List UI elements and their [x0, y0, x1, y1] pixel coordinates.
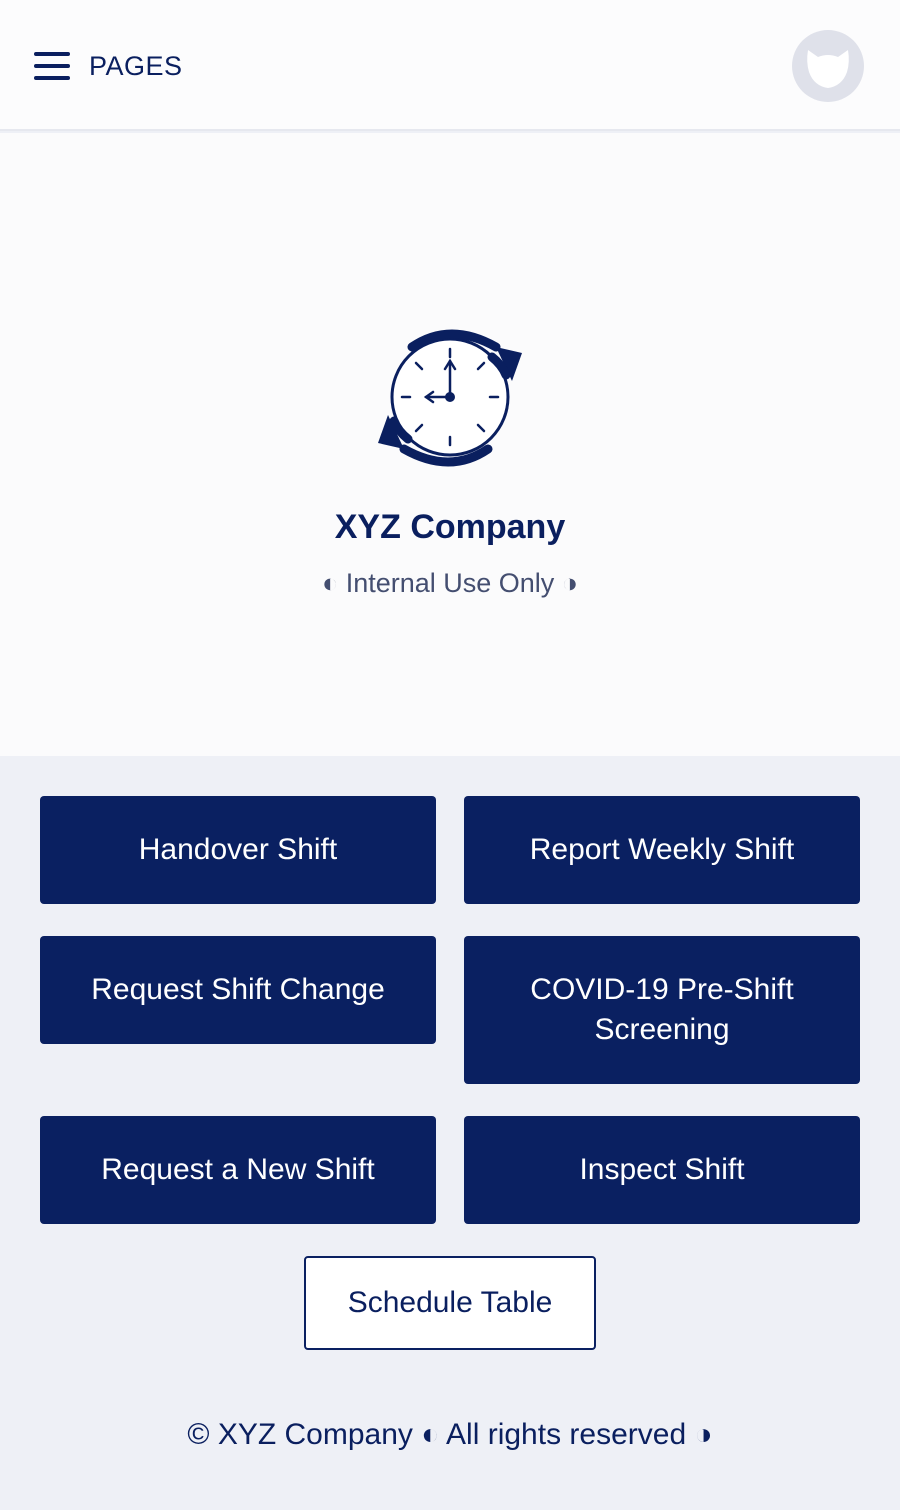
covid-pre-shift-screening-button[interactable]: COVID-19 Pre-Shift Screening: [464, 936, 860, 1084]
request-shift-change-button[interactable]: Request Shift Change: [40, 936, 436, 1044]
schedule-table-button[interactable]: Schedule Table: [304, 1256, 596, 1350]
report-weekly-shift-button[interactable]: Report Weekly Shift: [464, 796, 860, 904]
internal-use-subtitle: ◐ Internal Use Only ◑: [321, 568, 579, 598]
clock-refresh-icon: [378, 329, 522, 467]
company-name: XYZ Company: [334, 508, 566, 546]
inspect-shift-button[interactable]: Inspect Shift: [464, 1116, 860, 1224]
request-new-shift-button[interactable]: Request a New Shift: [40, 1116, 436, 1224]
pages-menu-label[interactable]: PAGES: [89, 50, 183, 82]
cat-avatar-icon[interactable]: [792, 30, 864, 102]
footer-copyright: © XYZ Company ◐ All rights reserved ◑: [187, 1418, 713, 1451]
handover-shift-button[interactable]: Handover Shift: [40, 796, 436, 904]
hamburger-menu-icon[interactable]: [34, 52, 70, 80]
top-bar: PAGES: [0, 0, 900, 131]
